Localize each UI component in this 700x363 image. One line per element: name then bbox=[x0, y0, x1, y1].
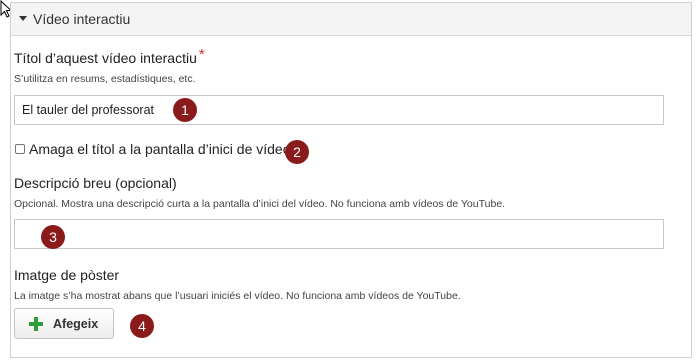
hide-title-checkbox[interactable] bbox=[15, 144, 25, 154]
hide-title-row[interactable]: Amaga el títol a la pantalla d’inici de … bbox=[15, 140, 291, 158]
title-field-description: S’utilitza en resums, estadístiques, etc… bbox=[14, 73, 196, 85]
short-description-help: Opcional. Mostra una descripció curta a … bbox=[14, 198, 506, 210]
add-poster-label: Afegeix bbox=[53, 316, 99, 331]
callout-2: 2 bbox=[285, 140, 309, 164]
short-description-input[interactable] bbox=[14, 219, 664, 249]
short-description-label: Descripció breu (opcional) bbox=[14, 175, 177, 191]
callout-4: 4 bbox=[130, 314, 154, 338]
section-title: Vídeo interactiu bbox=[33, 11, 131, 27]
plus-icon bbox=[29, 316, 43, 331]
poster-description: La imatge s’ha mostrat abans que l’usuar… bbox=[14, 290, 461, 302]
callout-3: 3 bbox=[41, 225, 65, 249]
title-field-label: Títol d’aquest vídeo interactiu * bbox=[14, 46, 205, 67]
title-field-label-text: Títol d’aquest vídeo interactiu bbox=[14, 50, 197, 66]
section-header[interactable]: Vídeo interactiu bbox=[11, 3, 691, 36]
callout-1: 1 bbox=[173, 98, 197, 122]
title-input[interactable] bbox=[14, 95, 664, 125]
caret-down-icon[interactable] bbox=[19, 16, 27, 21]
poster-label: Imatge de pòster bbox=[14, 267, 120, 283]
add-poster-button[interactable]: Afegeix bbox=[14, 308, 114, 339]
hide-title-label[interactable]: Amaga el títol a la pantalla d’inici de … bbox=[29, 141, 291, 157]
required-marker: * bbox=[198, 46, 205, 63]
